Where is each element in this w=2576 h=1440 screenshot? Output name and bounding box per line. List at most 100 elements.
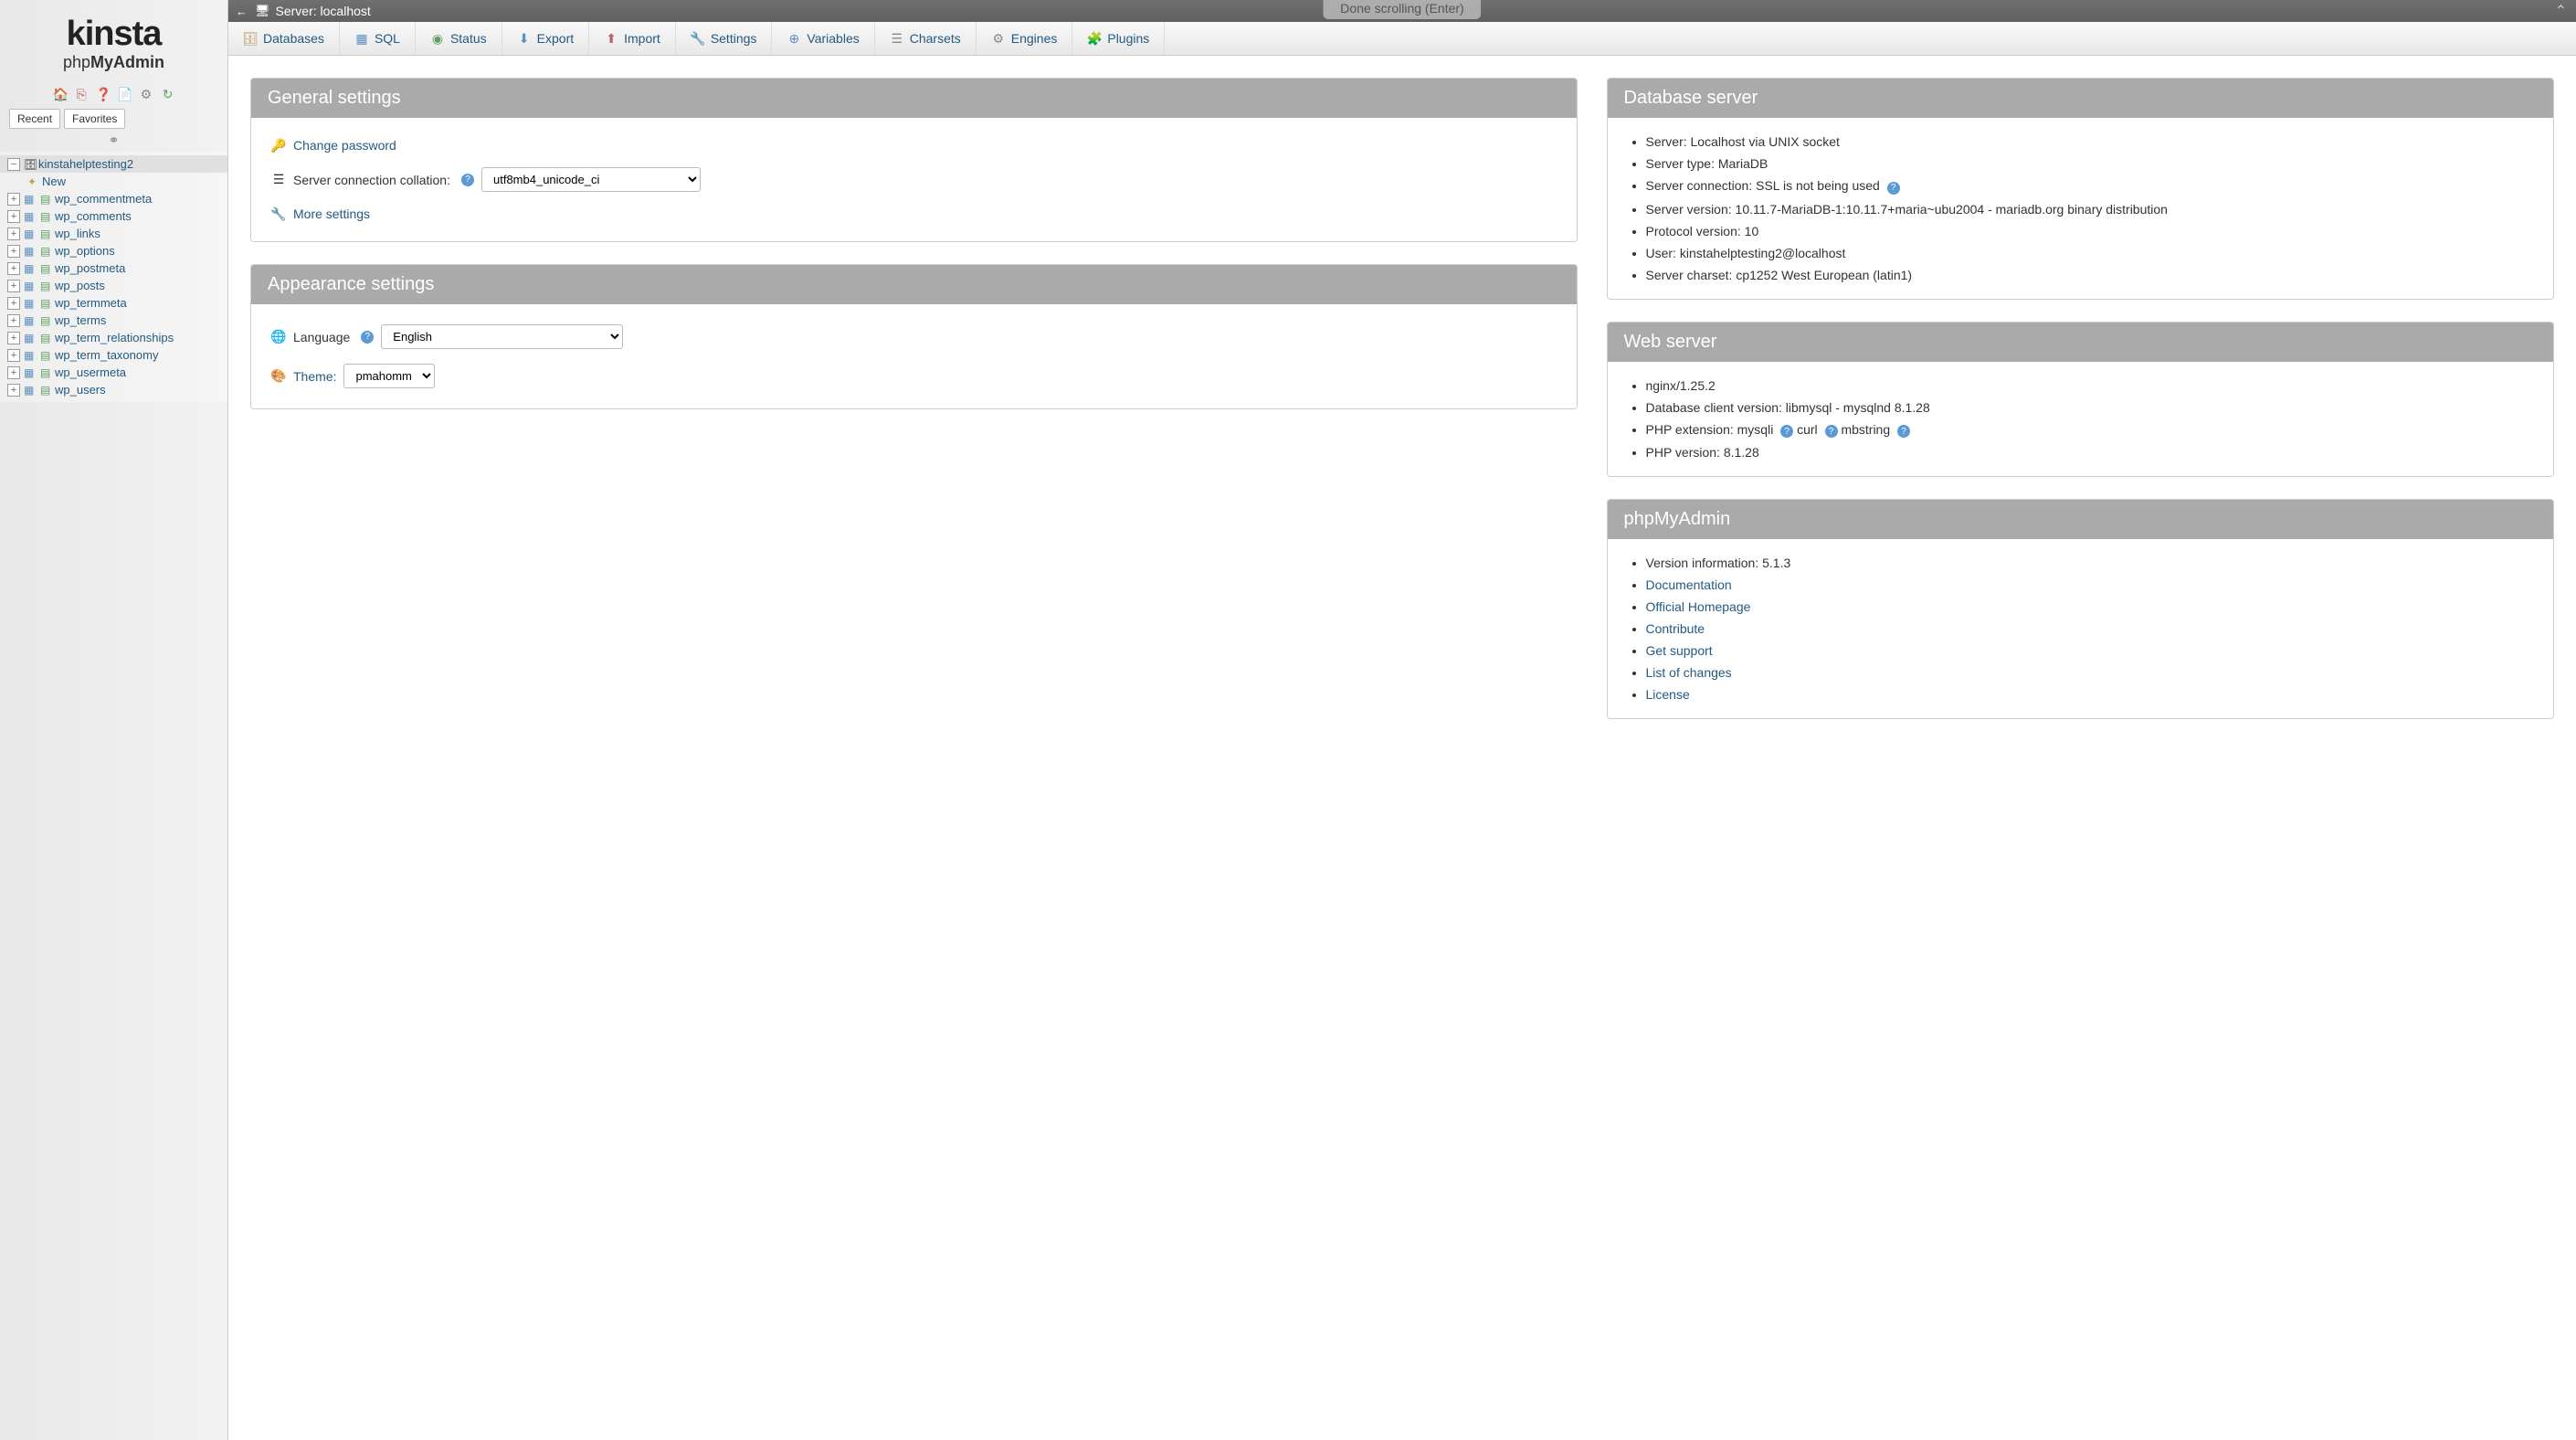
table-icon: ▦ [24,366,37,379]
tree-table[interactable]: +▦▤wp_posts [0,277,227,294]
tree-new[interactable]: ✦ New [0,173,227,190]
help-icon[interactable]: ❓ [96,87,111,101]
table-name: wp_usermeta [55,365,126,379]
expand-icon[interactable]: + [7,245,20,258]
menu-sql[interactable]: ▦SQL [340,22,416,55]
tree-table[interactable]: +▦▤wp_term_relationships [0,329,227,346]
tree-table[interactable]: +▦▤wp_usermeta [0,364,227,381]
tree-table[interactable]: +▦▤wp_options [0,242,227,259]
expand-icon[interactable]: + [7,210,20,223]
table-name: wp_comments [55,209,132,223]
help-icon[interactable]: ? [1897,425,1910,438]
table-icon: ▦ [24,245,37,258]
tree-table[interactable]: +▦▤wp_postmeta [0,259,227,277]
language-label: Language [293,330,350,344]
info-nginx: nginx/1.25.2 [1646,375,2534,397]
menu-charsets[interactable]: ☰Charsets [875,22,977,55]
table-name: wp_terms [55,313,106,327]
collapse-icon[interactable]: − [7,158,20,171]
tree-table[interactable]: +▦▤wp_links [0,225,227,242]
expand-icon[interactable]: + [7,349,20,362]
back-icon[interactable]: ← [236,5,248,18]
menu-import[interactable]: ⬆Import [589,22,676,55]
menu-settings[interactable]: 🔧Settings [676,22,773,55]
info-version: Version information: 5.1.3 [1646,552,2534,574]
table-name: wp_users [55,383,106,397]
expand-icon[interactable]: + [7,314,20,327]
menu-export[interactable]: ⬇Export [502,22,589,55]
link-changes[interactable]: List of changes [1646,665,1732,680]
sql-icon: ▦ [354,31,369,46]
expand-icon[interactable]: + [7,193,20,206]
menu-databases[interactable]: 🗄Databases [228,22,340,55]
tree-table[interactable]: +▦▤wp_terms [0,312,227,329]
menu-variables[interactable]: ⊕Variables [772,22,874,55]
settings-icon[interactable]: ⚙ [139,87,153,101]
link-homepage[interactable]: Official Homepage [1646,599,1751,614]
expand-icon[interactable]: + [7,262,20,275]
panel-title: Database server [1608,79,2554,118]
link-support[interactable]: Get support [1646,643,1713,658]
menu-status[interactable]: ◉Status [416,22,502,55]
expand-icon[interactable]: + [7,332,20,344]
reload-icon[interactable]: ↻ [161,87,175,101]
panel-appearance-settings: Appearance settings 🌐 Language ? English… [250,264,1578,409]
sidebar: kinsta phpMyAdmin 🏠 ⎘ ❓ 📄 ⚙ ↻ Recent Fav… [0,0,228,1440]
browse-icon: ▤ [40,384,53,397]
menubar: 🗄Databases ▦SQL ◉Status ⬇Export ⬆Import … [228,22,2576,56]
help-icon[interactable]: ? [1887,182,1900,195]
menu-plugins[interactable]: 🧩Plugins [1072,22,1165,55]
plugins-icon: 🧩 [1087,31,1102,46]
tree-table[interactable]: +▦▤wp_comments [0,207,227,225]
panel-title: Web server [1608,323,2554,362]
info-server-connection: Server connection: SSL is not being used… [1646,175,2534,198]
theme-label[interactable]: Theme: [293,369,336,384]
expand-icon[interactable]: + [7,384,20,397]
table-name: wp_postmeta [55,261,125,275]
panel-title: General settings [251,79,1577,118]
main-area: ← 🖥 Server: localhost Done scrolling (En… [228,0,2576,1440]
help-icon[interactable]: ? [361,331,374,344]
link-license[interactable]: License [1646,687,1690,702]
collapse-panel-icon[interactable]: ⌃ [2555,2,2567,20]
server-icon: 🖥 [255,4,270,18]
help-icon[interactable]: ? [1780,425,1793,438]
tab-favorites[interactable]: Favorites [64,109,125,129]
tree-database[interactable]: − 🗄 kinstahelptesting2 [0,155,227,173]
docs-icon[interactable]: 📄 [117,87,132,101]
theme-select[interactable]: pmahomme [343,364,435,388]
engines-icon: ⚙ [991,31,1006,46]
change-password-link[interactable]: Change password [293,138,396,153]
browse-icon: ▤ [40,332,53,344]
variables-icon: ⊕ [787,31,801,46]
link-documentation[interactable]: Documentation [1646,577,1732,592]
table-name: wp_termmeta [55,296,127,310]
logout-icon[interactable]: ⎘ [74,87,89,101]
browse-icon: ▤ [40,314,53,327]
collation-select[interactable]: utf8mb4_unicode_ci [481,167,701,192]
link-contribute[interactable]: Contribute [1646,621,1705,636]
tree-table[interactable]: +▦▤wp_commentmeta [0,190,227,207]
tree-table[interactable]: +▦▤wp_users [0,381,227,398]
breadcrumb[interactable]: Server: localhost [276,4,371,18]
browse-icon: ▤ [40,262,53,275]
expand-icon[interactable]: + [7,280,20,292]
databases-icon: 🗄 [243,31,258,46]
tree-table[interactable]: +▦▤wp_termmeta [0,294,227,312]
tree-table[interactable]: +▦▤wp_term_taxonomy [0,346,227,364]
table-name: wp_links [55,227,100,240]
help-icon[interactable]: ? [1825,425,1838,438]
new-icon: ✦ [27,175,40,188]
home-icon[interactable]: 🏠 [52,87,67,101]
expand-icon[interactable]: + [7,228,20,240]
browse-icon: ▤ [40,228,53,240]
tab-recent[interactable]: Recent [9,109,60,129]
link-icon[interactable]: ⚭ [0,129,227,152]
more-settings-link[interactable]: More settings [293,206,370,221]
help-icon[interactable]: ? [461,174,474,186]
language-select[interactable]: English [381,324,623,349]
expand-icon[interactable]: + [7,297,20,310]
panel-database-server: Database server Server: Localhost via UN… [1607,78,2555,300]
menu-engines[interactable]: ⚙Engines [977,22,1073,55]
expand-icon[interactable]: + [7,366,20,379]
